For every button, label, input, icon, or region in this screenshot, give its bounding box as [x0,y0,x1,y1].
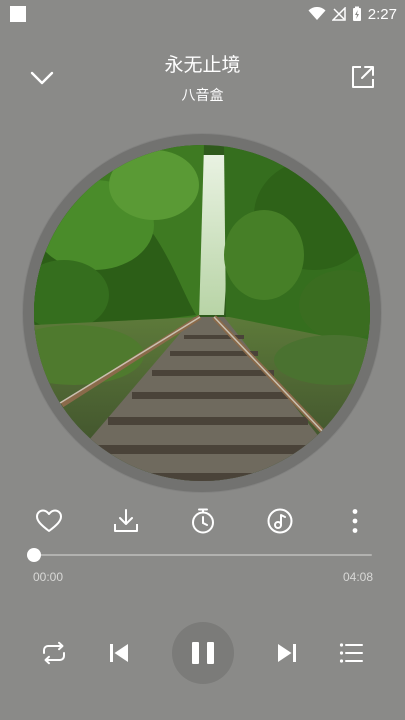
playlist-button[interactable] [336,638,366,668]
song-artist[interactable]: 八音盒 [0,85,405,105]
wifi-icon [308,7,326,20]
next-button[interactable] [272,638,302,668]
skip-next-icon [278,644,296,662]
status-icons: 2:27 [308,4,397,24]
playlist-icon [339,643,363,663]
album-cover[interactable] [34,145,370,481]
download-button[interactable] [110,505,142,537]
download-icon [114,509,138,532]
repeat-icon [43,641,65,665]
battery-charging-icon [352,6,361,21]
album-cover-image [34,145,370,481]
action-row [0,505,405,539]
music-disc-icon [267,508,293,534]
pause-button[interactable] [172,622,234,684]
timer-button[interactable] [187,505,219,537]
player-header: 永无止境 八音盒 [0,44,405,114]
progress-thumb[interactable] [27,548,41,562]
share-button[interactable] [350,64,376,90]
more-button[interactable] [339,505,371,537]
more-vertical-icon [352,509,358,533]
sound-effect-button[interactable] [264,505,296,537]
playback-controls [0,620,405,686]
like-button[interactable] [33,505,65,537]
total-time: 04:08 [342,570,373,584]
heart-icon [36,509,62,532]
skip-previous-icon [110,644,128,662]
current-time: 00:00 [33,570,64,584]
previous-button[interactable] [104,638,134,668]
timer-icon [192,508,214,534]
pause-icon [192,642,214,664]
status-time: 2:27 [367,5,397,23]
no-signal-icon [331,7,346,21]
status-bar: 2:27 [0,0,405,28]
progress-slider[interactable] [27,548,372,562]
share-icon [352,66,374,88]
progress-track [34,554,372,556]
song-title: 永无止境 [164,54,241,76]
notification-icon [10,6,26,22]
repeat-button[interactable] [38,638,70,668]
